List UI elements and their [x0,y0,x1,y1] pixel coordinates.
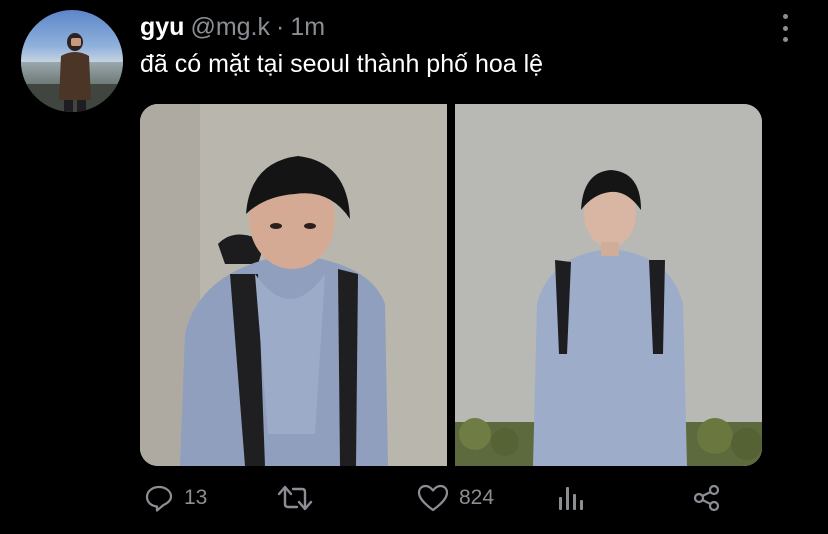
photo-full-body[interactable] [455,104,762,466]
avatar-person-icon [59,33,91,112]
retweet-icon [277,485,313,511]
separator-dot: · [276,13,285,41]
share-button[interactable] [692,480,722,516]
analytics-icon [559,487,583,510]
reply-count: 13 [184,486,208,509]
more-options-icon[interactable] [778,14,792,42]
photo-close-up[interactable] [140,104,447,466]
avatar[interactable] [21,10,123,112]
tweet-header: gyu @mg.k · 1m [140,12,325,42]
share-icon [693,484,720,512]
reply-icon [145,485,173,512]
tweet-text: đã có mặt tại seoul thành phố hoa lệ [140,50,544,78]
like-count: 824 [459,486,495,509]
action-bar: 13 824 [140,480,740,520]
media-grid [140,104,762,466]
retweet-button[interactable] [277,480,313,516]
display-name[interactable]: gyu [140,12,184,42]
analytics-button[interactable] [556,480,586,516]
like-button[interactable]: 824 [417,480,494,516]
reply-button[interactable]: 13 [144,480,207,516]
heart-icon [417,484,449,512]
timestamp[interactable]: 1m [290,12,325,42]
photo-full-body-icon [455,104,762,466]
photo-close-up-icon [140,104,447,466]
user-handle[interactable]: @mg.k [190,12,270,42]
